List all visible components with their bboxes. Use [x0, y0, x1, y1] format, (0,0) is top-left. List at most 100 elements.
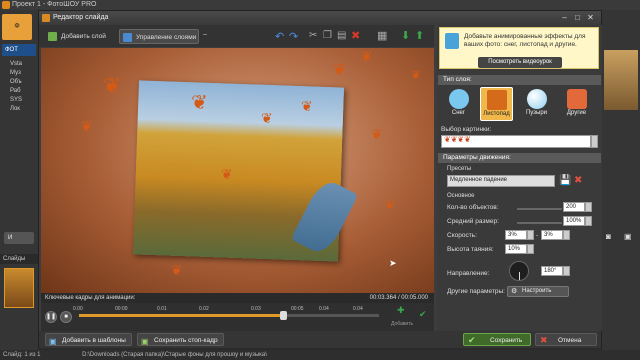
speed-to-input[interactable]: 3%	[541, 230, 563, 240]
count-input[interactable]: 200	[563, 202, 585, 212]
timeline-track[interactable]	[79, 311, 379, 320]
slide-canvas[interactable]: ❦ ❦ ❦ ❦ ❦ ❦ ❦ ❦ ❦ ❦ ❦ ❦ ➤	[41, 48, 434, 293]
watch-video-button[interactable]: Посмотреть видеоурок	[478, 57, 562, 68]
basic-label: Основное	[447, 193, 475, 199]
add-to-templates-button[interactable]: ▣ Добавить в шаблоны	[45, 333, 132, 346]
slide-thumbnail[interactable]	[4, 268, 34, 308]
undo-icon[interactable]: ↶	[275, 30, 284, 43]
speed-from-input[interactable]: 3%	[505, 230, 527, 240]
tree-item[interactable]: SYS	[0, 96, 38, 105]
paste-icon[interactable]: ▤	[337, 30, 346, 41]
leaf-type-icon	[486, 90, 507, 110]
confirm-icon[interactable]: ✔	[419, 309, 427, 320]
move-up-icon[interactable]: ⬆	[415, 29, 424, 42]
type-label: Пузыри	[525, 110, 548, 116]
app-side-tab[interactable]: Ф	[2, 14, 32, 40]
speed-from-stepper[interactable]	[527, 230, 534, 240]
dialog-title-bar: Редактор слайда – □ ✕	[39, 11, 601, 25]
stop-button[interactable]: ■	[60, 311, 72, 323]
templates-icon: ▣	[49, 337, 57, 346]
tree-item[interactable]: Лок	[0, 105, 38, 114]
folder-path: D:\Downloads (Старая папка)\Старые фоны …	[82, 352, 267, 358]
tick-label: 0.00	[73, 306, 83, 312]
tick-label: 0.01	[157, 306, 167, 312]
tree-item[interactable]: Объ	[0, 78, 38, 87]
preset-value: Медленное падение	[450, 177, 508, 183]
direction-input[interactable]: 180°	[541, 266, 563, 276]
tick-label: 00:05	[291, 306, 304, 312]
watch-video-label: Посмотреть видеоурок	[488, 59, 552, 65]
speed-to-stepper[interactable]	[563, 230, 570, 240]
cancel-button[interactable]: ✖ Отмена	[535, 333, 597, 346]
save-button[interactable]: ✔ Сохранить	[463, 333, 531, 346]
size-label: Средний размер:	[447, 218, 499, 225]
picture-selector[interactable]: ❦❦❦❦	[441, 135, 591, 148]
playhead-handle[interactable]	[280, 311, 287, 320]
move-down-icon[interactable]: ⬇	[401, 29, 410, 42]
manage-layers-button[interactable]: Управление слоями	[119, 29, 199, 44]
melt-stepper[interactable]	[527, 244, 534, 254]
minimize-button[interactable]: –	[559, 13, 570, 23]
frame-icon: ▣	[141, 337, 149, 346]
folder-tree[interactable]: Vsta Муз Объ Раб SYS Лок	[0, 60, 38, 114]
layer-type-leaffall[interactable]: Листопад	[480, 87, 513, 121]
tick-label: 0.04	[353, 306, 363, 312]
leaf-icon: ❦	[103, 73, 122, 98]
size-input[interactable]: 100%	[563, 216, 585, 226]
size-slider[interactable]	[517, 222, 562, 224]
close-button[interactable]: ✕	[585, 13, 596, 23]
speed-dash: -	[536, 232, 539, 239]
count-slider[interactable]	[517, 208, 562, 210]
other-params-label: Другие параметры:	[447, 288, 505, 295]
layer-type-bubbles[interactable]: Пузыри	[520, 87, 553, 121]
preview-thumbnail	[604, 50, 638, 110]
direction-label: Направление:	[447, 270, 490, 277]
toolbar-more[interactable]: –	[203, 31, 213, 42]
layer-type-snow[interactable]: Снег	[442, 87, 475, 121]
mouse-cursor-icon: ➤	[389, 258, 397, 268]
leaf-icon: ❦	[171, 262, 183, 278]
camera-icon[interactable]: ◙	[606, 232, 618, 242]
melt-input[interactable]: 10%	[505, 244, 527, 254]
add-keyframe-icon[interactable]: ✚	[397, 305, 405, 316]
tick-label: 0.03	[251, 306, 261, 312]
add-layer-button[interactable]: Добавить слой	[45, 29, 115, 44]
fullscreen-icon[interactable]: ▣	[624, 232, 636, 242]
app-title: Проект 1 - ФотоШОУ PRO	[12, 1, 97, 8]
side-button-label: И	[8, 235, 13, 241]
leaf-icon: ❦	[81, 118, 93, 134]
tree-item[interactable]: Раб	[0, 87, 38, 96]
cut-icon[interactable]: ✂	[309, 30, 317, 41]
maximize-button[interactable]: □	[572, 13, 583, 23]
direction-dial[interactable]	[509, 261, 529, 281]
side-button[interactable]: И	[4, 232, 34, 244]
delete-preset-icon[interactable]: ✖	[574, 175, 582, 186]
size-stepper[interactable]	[585, 216, 592, 226]
cancel-icon: ✖	[540, 335, 548, 345]
direction-stepper[interactable]	[563, 266, 570, 276]
tree-item[interactable]: Vsta	[0, 60, 38, 69]
time-display: 00:03.364 / 00:05.000	[369, 295, 428, 301]
motion-params-header: Параметры движения:	[438, 153, 601, 163]
tree-item[interactable]: Муз	[0, 69, 38, 78]
redo-icon[interactable]: ↷	[289, 30, 298, 43]
direction-needle	[519, 272, 520, 280]
delete-icon[interactable]: ✖	[351, 29, 360, 42]
count-stepper[interactable]	[585, 202, 592, 212]
type-label: Листопад	[483, 111, 510, 117]
save-preset-icon[interactable]: 💾	[559, 175, 571, 186]
status-bar: Слайд: 1 из 1 D:\Downloads (Старая папка…	[0, 350, 640, 360]
add-keyframe-label: Добавить	[391, 321, 414, 327]
layer-type-other[interactable]: Другие	[560, 87, 593, 121]
grid-icon[interactable]: ▦	[377, 29, 387, 42]
save-frame-button[interactable]: ▣ Сохранить стоп-кадр	[137, 333, 224, 346]
dialog-icon	[42, 14, 50, 22]
configure-button[interactable]: ⚙ Настроить	[507, 286, 569, 297]
slides-tab[interactable]: Слайды	[0, 254, 38, 264]
picture-dropdown-arrow[interactable]	[591, 135, 598, 148]
timeline: 0.00 00:00 0.01 0.02 0.03 00:05 0.04 0.0…	[41, 303, 434, 331]
preset-select[interactable]: Медленное падение	[447, 175, 555, 187]
copy-icon[interactable]: ❐	[323, 30, 332, 41]
pause-button[interactable]: ❚❚	[45, 311, 57, 323]
app-left-panel: Ф ФОТ Vsta Муз Объ Раб SYS Лок И Слайды	[0, 10, 38, 350]
